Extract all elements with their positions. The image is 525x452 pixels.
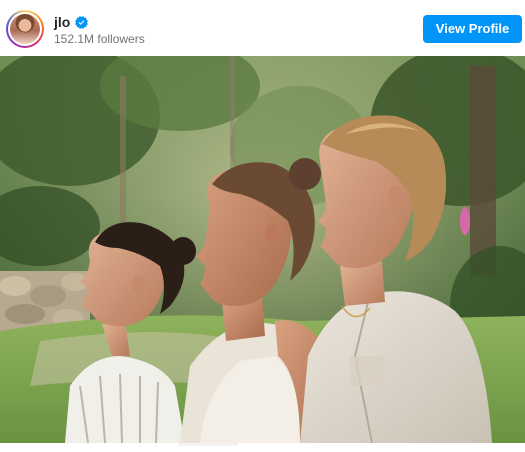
username[interactable]: jlo (54, 13, 70, 31)
profile-avatar[interactable] (6, 10, 44, 48)
post-photo-illustration (0, 56, 525, 443)
embed-footer (0, 443, 525, 452)
follower-count: 152.1M followers (54, 32, 145, 46)
view-profile-button[interactable]: View Profile (423, 15, 522, 43)
embed-header: jlo 152.1M followers View Profile (0, 0, 525, 56)
post-photo[interactable] (0, 56, 525, 443)
footer-divider (178, 443, 238, 446)
instagram-embed: jlo 152.1M followers View Profile (0, 0, 525, 452)
verified-badge-icon (75, 15, 89, 29)
avatar-image (10, 14, 40, 44)
username-row: jlo (54, 13, 89, 31)
avatar-ring (8, 12, 42, 46)
